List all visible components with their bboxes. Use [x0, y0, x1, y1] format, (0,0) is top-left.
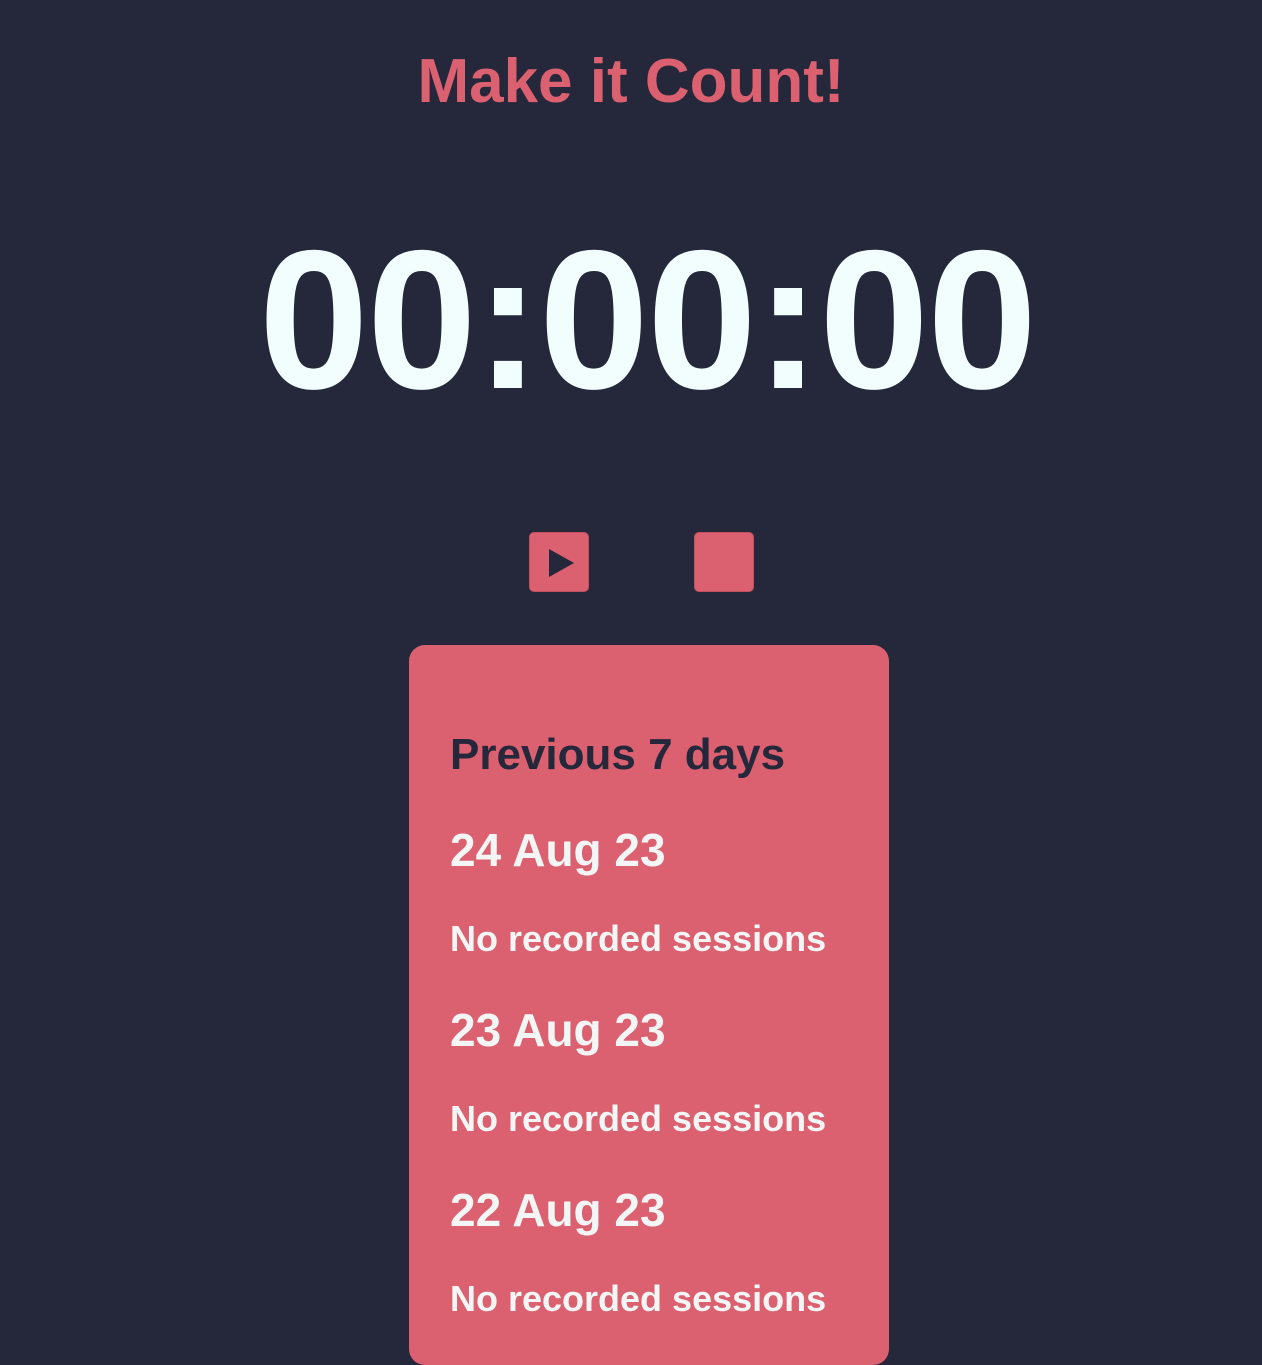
- timer-display: 00:00:00: [258, 209, 1038, 430]
- play-button[interactable]: [529, 532, 589, 592]
- app-title: Make it Count!: [417, 47, 845, 116]
- play-icon: [549, 549, 574, 577]
- day-date: 23 Aug 23: [450, 1004, 666, 1056]
- day-date: 24 Aug 23: [450, 824, 666, 876]
- day-status: No recorded sessions: [450, 1098, 827, 1139]
- day-status: No recorded sessions: [450, 1278, 827, 1319]
- history-heading: Previous 7 days: [450, 730, 786, 779]
- stop-button[interactable]: [694, 532, 754, 592]
- day-date: 22 Aug 23: [450, 1184, 666, 1236]
- timer-controls: [529, 532, 755, 594]
- day-status: No recorded sessions: [450, 918, 827, 959]
